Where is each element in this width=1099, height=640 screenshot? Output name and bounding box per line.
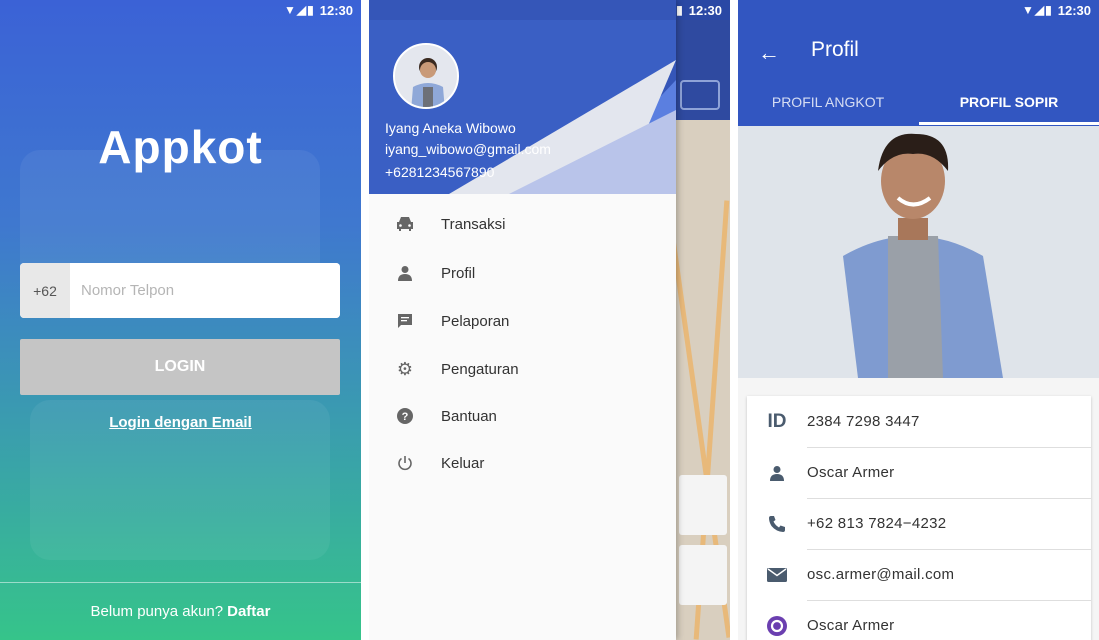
tab-profil-sopir[interactable]: PROFIL SOPIR [919, 88, 1099, 126]
drawer-header: Iyang Aneka Wibowo iyang_wibowo@gmail.co… [369, 0, 676, 194]
signup-prompt: Belum punya akun? [90, 603, 224, 620]
map-appbar [676, 20, 730, 120]
signal-battery-icon: ▼◢▮ [1022, 3, 1053, 17]
info-row-name: Oscar Armer [747, 447, 1091, 498]
driver-name: Oscar Armer [807, 464, 895, 481]
info-row-email: osc.armer@mail.com [747, 549, 1091, 600]
svg-text:?: ? [402, 411, 409, 423]
status-time: 12:30 [688, 2, 722, 18]
menu-item-profil[interactable]: Profil [369, 251, 676, 295]
status-time: 12:30 [1057, 2, 1091, 18]
menu-item-pengaturan[interactable]: ⚙ Pengaturan [369, 347, 676, 391]
menu-label: Bantuan [441, 407, 497, 425]
info-row-viber: Oscar Armer [747, 600, 1091, 640]
status-time: 12:30 [319, 2, 353, 18]
login-button[interactable]: LOGIN [20, 339, 340, 395]
driver-viber[interactable]: Oscar Armer [807, 617, 894, 634]
back-arrow-icon[interactable]: ← [758, 40, 780, 66]
phone-number-input[interactable] [70, 263, 340, 318]
power-icon [369, 455, 441, 471]
menu-item-keluar[interactable]: Keluar [369, 441, 676, 485]
viber-icon [747, 615, 807, 636]
message-icon [369, 313, 441, 329]
user-avatar[interactable] [393, 43, 459, 109]
gear-icon: ⚙ [396, 358, 414, 379]
driver-photo [738, 126, 1099, 378]
menu-item-bantuan[interactable]: ? Bantuan [369, 394, 676, 438]
menu-item-pelaporan[interactable]: Pelaporan [369, 299, 676, 343]
user-name: Iyang Aneka Wibowo [385, 120, 516, 136]
id-icon: ID [767, 410, 787, 432]
menu-label: Pengaturan [441, 360, 519, 378]
email-icon [747, 567, 807, 582]
tab-profil-angkot[interactable]: PROFIL ANGKOT [738, 88, 918, 126]
phone-icon [747, 515, 807, 533]
email-login-link[interactable]: Login dengan Email [0, 414, 361, 431]
menu-label: Transaksi [441, 215, 506, 233]
menu-item-transaksi[interactable]: Transaksi [369, 202, 676, 246]
navigation-drawer-screen: ▼◢▮ 12:30 Iyang Aneka Wibowo iyang_ [369, 0, 730, 640]
person-icon [369, 265, 441, 281]
driver-portrait-image [738, 126, 1099, 378]
status-bar: ▼◢▮ 12:30 [0, 0, 361, 20]
profile-screen: ▼◢▮ 12:30 ← Profil PROFIL ANGKOT PROFIL … [738, 0, 1099, 640]
menu-label: Profil [441, 264, 476, 282]
map-search-box[interactable] [680, 80, 720, 110]
country-code-label[interactable]: +62 [20, 263, 70, 318]
login-screen: ▼◢▮ 12:30 Appkot +62 LOGIN Login dengan … [0, 0, 361, 640]
car-icon [369, 216, 441, 232]
info-row-id: ID 2384 7298 3447 [747, 396, 1091, 447]
app-logo-title: Appkot [98, 121, 263, 173]
user-phone: +6281234567890 [385, 164, 495, 180]
menu-label: Pelaporan [441, 312, 510, 330]
page-title: Profil [811, 38, 859, 61]
signup-link[interactable]: Daftar [227, 603, 270, 620]
user-email: iyang_wibowo@gmail.com [385, 141, 551, 157]
driver-email[interactable]: osc.armer@mail.com [807, 566, 954, 583]
info-row-phone: +62 813 7824−4232 [747, 498, 1091, 549]
phone-field: +62 [20, 263, 340, 318]
navigation-drawer: Iyang Aneka Wibowo iyang_wibowo@gmail.co… [369, 0, 676, 640]
driver-id: 2384 7298 3447 [807, 413, 920, 430]
app-bar: ▼◢▮ 12:30 ← Profil PROFIL ANGKOT PROFIL … [738, 0, 1099, 126]
person-icon [747, 465, 807, 481]
status-bar: ▼◢▮ 12:30 [738, 0, 1099, 20]
map-card [679, 475, 727, 535]
map-card [679, 545, 727, 605]
signal-battery-icon: ▼◢▮ [284, 3, 315, 17]
menu-label: Keluar [441, 454, 485, 472]
active-tab-indicator [919, 122, 1099, 125]
driver-phone[interactable]: +62 813 7824−4232 [807, 515, 946, 532]
signup-bar: Belum punya akun? Daftar [0, 582, 361, 640]
driver-info-card: ID 2384 7298 3447 Oscar Armer +62 813 78… [747, 396, 1091, 640]
help-icon: ? [369, 408, 441, 424]
